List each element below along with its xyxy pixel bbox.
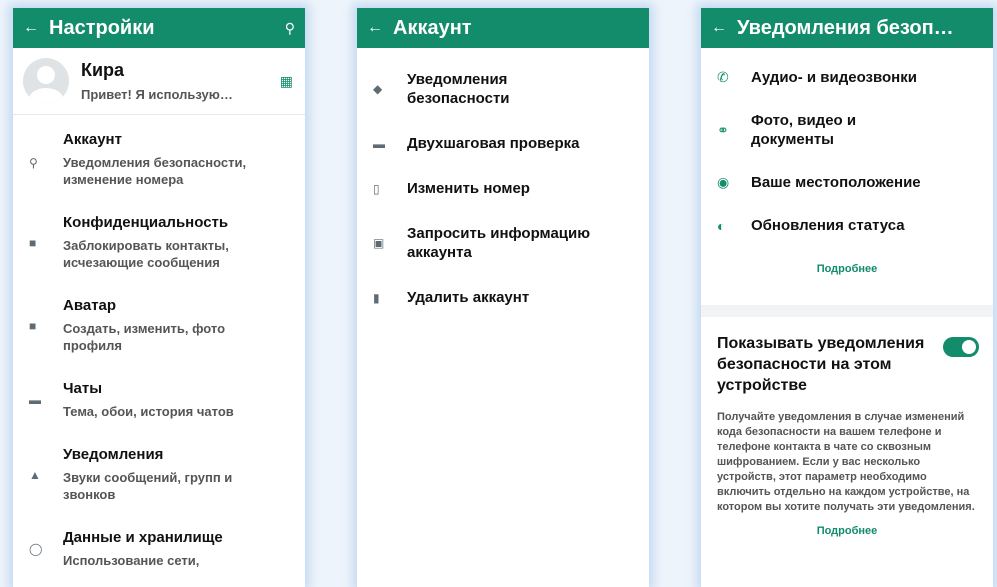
settings-appbar: ← Настройки ⚲ <box>13 8 305 48</box>
avatar[interactable] <box>23 58 69 104</box>
account-item-label: Запросить информацию аккаунта <box>407 225 591 261</box>
settings-item-title: Конфиденциальность <box>63 214 229 231</box>
settings-item-title: Аккаунт <box>63 131 122 148</box>
key-icon: ⚲ <box>29 155 38 170</box>
security-item-status: ◐ Обновления статуса <box>701 216 993 235</box>
settings-item-subtitle: Тема, обои, история чатов <box>63 404 234 419</box>
learn-more-link[interactable]: Подробнее <box>701 263 993 275</box>
settings-item-subtitle: Уведомления безопасности, изменение номе… <box>63 155 247 187</box>
status-icon: ◐ <box>717 217 726 234</box>
security-item-label: Аудио- и видеозвонки <box>751 69 917 86</box>
settings-item-title: Данные и хранилище <box>63 529 223 546</box>
learn-more-link-2[interactable]: Подробнее <box>701 525 993 537</box>
account-item-label: Удалить аккаунт <box>407 289 530 306</box>
security-item-label: Обновления статуса <box>751 217 905 234</box>
page-title: Аккаунт <box>393 16 472 39</box>
page-title: Уведомления безоп… <box>737 16 954 39</box>
paperclip-icon: ⚭ <box>717 121 729 138</box>
back-arrow-icon[interactable]: ← <box>367 19 393 37</box>
phone-icon: ✆ <box>717 69 729 85</box>
location-pin-icon: ◉ <box>717 174 730 190</box>
account-item-label: Уведомления безопасности <box>407 71 510 107</box>
account-item-two-step[interactable]: ▬ Двухшаговая проверка <box>357 134 649 153</box>
avatar-icon: ■ <box>29 318 37 333</box>
settings-item-title: Уведомления <box>63 446 164 463</box>
security-item-label: Ваше местоположение <box>751 174 921 191</box>
settings-item-subtitle: Использование сети, <box>63 553 200 568</box>
account-item-delete[interactable]: ▮ Удалить аккаунт <box>357 288 649 307</box>
shield-icon: ◆ <box>373 82 383 96</box>
security-item-calls: ✆ Аудио- и видеозвонки <box>701 68 993 87</box>
settings-item-subtitle: Звуки сообщений, групп и звонков <box>63 470 233 502</box>
pin-dots-icon: ▬ <box>373 136 385 151</box>
security-notifications-screen: ← Уведомления безоп… ✆ Аудио- и видеозво… <box>701 8 993 587</box>
settings-item-notifications[interactable]: ▲ Уведомления Звуки сообщений, групп и з… <box>13 446 305 503</box>
bell-icon: ▲ <box>29 467 41 482</box>
search-icon[interactable]: ⚲ <box>285 20 295 37</box>
phone-change-icon: ▯ <box>373 181 380 196</box>
section-divider <box>701 305 993 317</box>
account-item-security-notifications[interactable]: ◆ Уведомления безопасности <box>357 70 649 108</box>
account-item-change-number[interactable]: ▯ Изменить номер <box>357 179 649 198</box>
account-appbar: ← Аккаунт <box>357 8 649 48</box>
back-arrow-icon[interactable]: ← <box>23 19 49 37</box>
trash-icon: ▮ <box>373 290 380 305</box>
settings-screen: ← Настройки ⚲ Кира Привет! Я использую… … <box>13 8 305 587</box>
settings-item-subtitle: Создать, изменить, фото профиля <box>63 321 226 353</box>
settings-item-subtitle: Заблокировать контакты, исчезающие сообщ… <box>63 238 229 270</box>
document-icon: ▣ <box>373 236 385 250</box>
security-notifications-toggle[interactable] <box>943 337 979 357</box>
profile-name: Кира <box>81 60 125 80</box>
security-toggle-row[interactable]: Показывать уведомления безопасности на э… <box>701 333 993 396</box>
security-item-media: ⚭ Фото, видео и документы <box>701 111 993 149</box>
settings-item-avatar[interactable]: ■ Аватар Создать, изменить, фото профиля <box>13 297 305 354</box>
settings-item-privacy[interactable]: ■ Конфиденциальность Заблокировать конта… <box>13 214 305 271</box>
chat-icon: ▬ <box>29 393 41 407</box>
qr-code-icon[interactable]: ▦ <box>280 73 293 90</box>
page-title: Настройки <box>49 16 155 39</box>
profile-row[interactable]: Кира Привет! Я использую… ▦ <box>13 48 305 115</box>
security-item-label: Фото, видео и документы <box>751 112 857 148</box>
account-item-request-info[interactable]: ▣ Запросить информацию аккаунта <box>357 224 649 262</box>
settings-item-account[interactable]: ⚲ Аккаунт Уведомления безопасности, изме… <box>13 131 305 188</box>
toggle-label: Показывать уведомления безопасности на э… <box>717 335 925 394</box>
security-item-location: ◉ Ваше местоположение <box>701 173 993 192</box>
data-icon: ◯ <box>29 542 43 556</box>
settings-item-title: Чаты <box>63 380 103 397</box>
settings-item-chats[interactable]: ▬ Чаты Тема, обои, история чатов <box>13 380 305 420</box>
back-arrow-icon[interactable]: ← <box>711 19 737 37</box>
settings-item-data[interactable]: ◯ Данные и хранилище Использование сети, <box>13 529 305 569</box>
toggle-description: Получайте уведомления в случае изменений… <box>717 411 975 513</box>
account-screen: ← Аккаунт ◆ Уведомления безопасности ▬ Д… <box>357 8 649 587</box>
settings-item-title: Аватар <box>63 297 117 314</box>
lock-icon: ■ <box>29 235 37 250</box>
profile-status: Привет! Я использую… <box>81 87 233 102</box>
security-appbar: ← Уведомления безоп… <box>701 8 993 48</box>
account-item-label: Изменить номер <box>407 180 530 197</box>
account-item-label: Двухшаговая проверка <box>407 135 580 152</box>
